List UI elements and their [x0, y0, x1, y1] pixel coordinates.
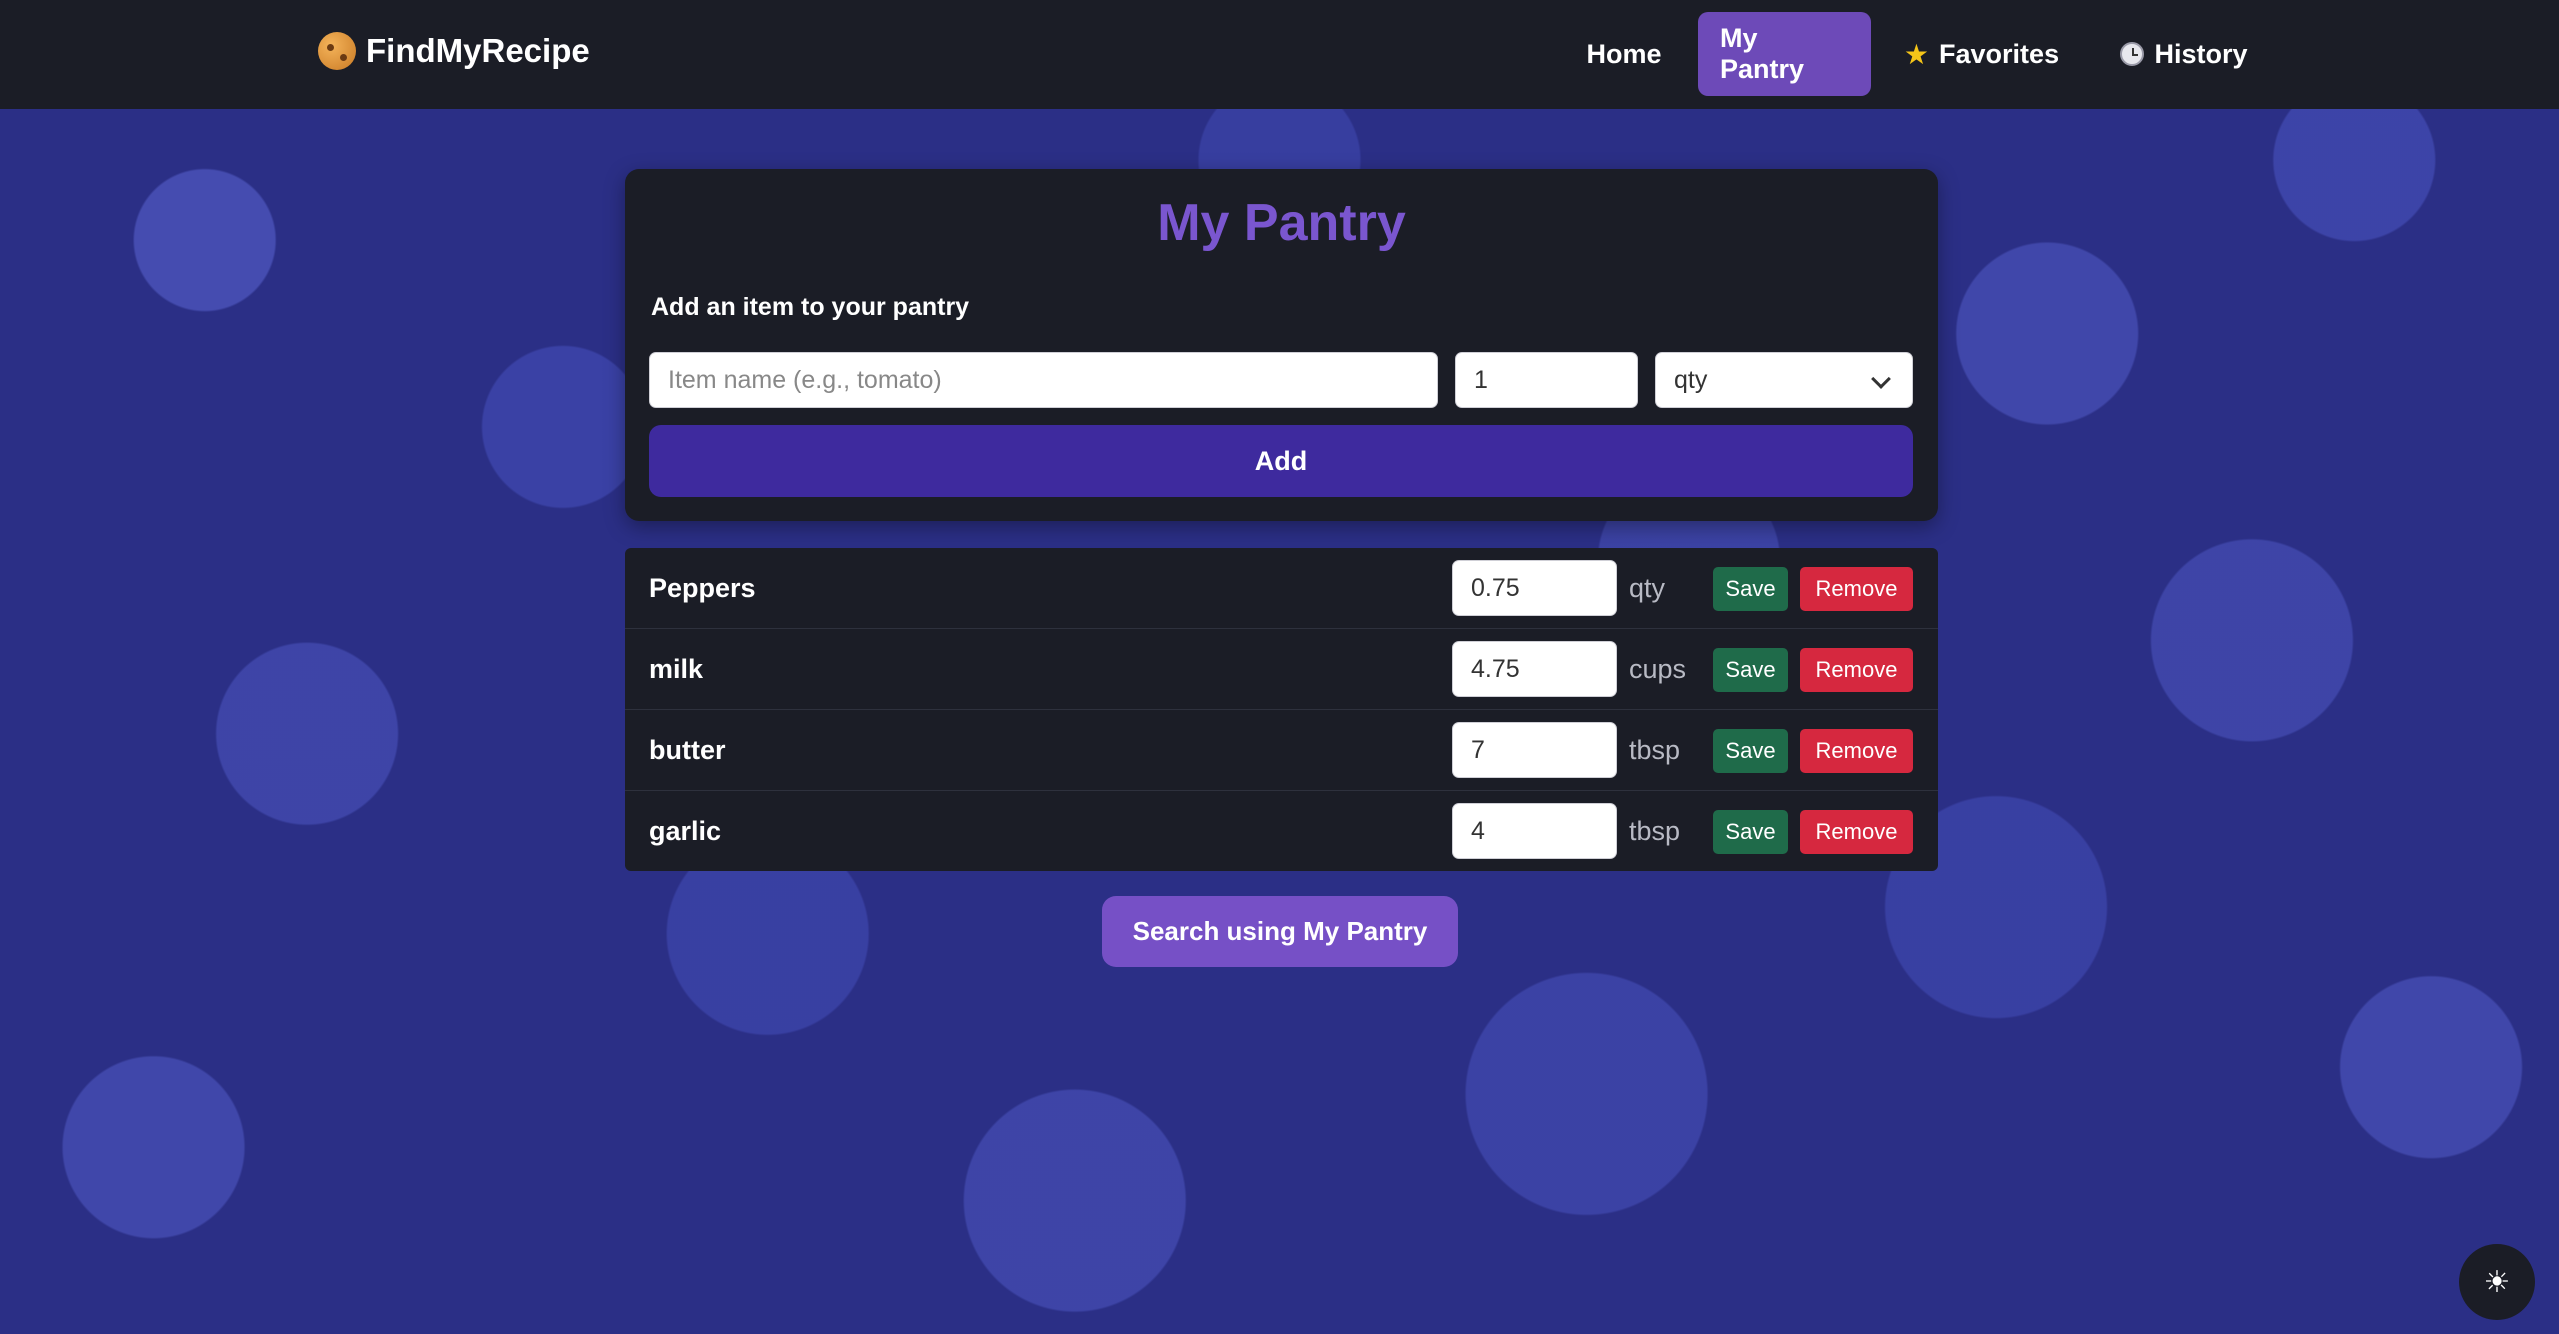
item-unit: qty — [1629, 573, 1666, 603]
nav-history[interactable]: History — [2098, 12, 2270, 96]
nav-home[interactable]: Home — [1564, 12, 1684, 96]
qty-input[interactable]: 1 — [1455, 352, 1638, 408]
item-unit: cups — [1629, 654, 1687, 684]
chevron-down-icon — [1871, 369, 1891, 389]
item-qty-input[interactable]: 7 — [1452, 722, 1617, 778]
save-button[interactable]: Save — [1713, 729, 1788, 773]
nav-home-label: Home — [1586, 38, 1662, 69]
star-icon: ★ — [1903, 38, 1930, 70]
clock-icon — [2120, 42, 2145, 66]
add-item-card: My Pantry Add an item to your pantry 1 q… — [625, 169, 1938, 521]
save-button[interactable]: Save — [1713, 810, 1788, 854]
item-name: garlic — [649, 816, 722, 846]
item-qty-input[interactable]: 0.75 — [1452, 560, 1617, 616]
save-button[interactable]: Save — [1713, 567, 1788, 611]
item-name: Peppers — [649, 573, 756, 603]
add-item-label: Add an item to your pantry — [651, 293, 970, 321]
item-qty-input[interactable]: 4 — [1452, 803, 1617, 859]
unit-select[interactable]: qty — [1655, 352, 1913, 408]
pantry-list: Peppers 0.75 qty Save Remove milk 4.75 c… — [625, 548, 1938, 871]
save-button[interactable]: Save — [1713, 648, 1788, 692]
item-name: milk — [649, 654, 704, 684]
item-unit: tbsp — [1629, 735, 1681, 765]
pantry-row: Peppers 0.75 qty Save Remove — [625, 548, 1938, 629]
nav-history-label: History — [2154, 38, 2248, 69]
item-qty-input[interactable]: 4.75 — [1452, 641, 1617, 697]
sun-icon: ☀ — [2483, 1265, 2511, 1299]
brand[interactable]: FindMyRecipe — [318, 32, 590, 70]
add-button[interactable]: Add — [649, 425, 1913, 497]
page-title: My Pantry — [1157, 194, 1406, 252]
pantry-row: butter 7 tbsp Save Remove — [625, 710, 1938, 791]
unit-select-value: qty — [1674, 365, 1708, 394]
theme-toggle-button[interactable]: ☀ — [2459, 1244, 2535, 1320]
remove-button[interactable]: Remove — [1800, 729, 1913, 773]
remove-button[interactable]: Remove — [1800, 648, 1913, 692]
nav-my-pantry-label: My Pantry — [1720, 23, 1805, 84]
navbar: FindMyRecipe Home My Pantry ★ Favorites … — [0, 0, 2559, 109]
item-unit: tbsp — [1629, 816, 1681, 846]
item-name-input[interactable] — [649, 352, 1438, 408]
brand-name: FindMyRecipe — [366, 32, 590, 69]
item-name: butter — [649, 735, 726, 765]
nav-favorites[interactable]: ★ Favorites — [1889, 12, 2074, 96]
cookie-icon — [318, 32, 356, 70]
pantry-row: garlic 4 tbsp Save Remove — [625, 791, 1938, 871]
nav-my-pantry[interactable]: My Pantry — [1698, 12, 1871, 96]
search-pantry-button[interactable]: Search using My Pantry — [1102, 896, 1458, 967]
nav-favorites-label: Favorites — [1939, 38, 2060, 69]
pantry-row: milk 4.75 cups Save Remove — [625, 629, 1938, 710]
remove-button[interactable]: Remove — [1800, 567, 1913, 611]
remove-button[interactable]: Remove — [1800, 810, 1913, 854]
